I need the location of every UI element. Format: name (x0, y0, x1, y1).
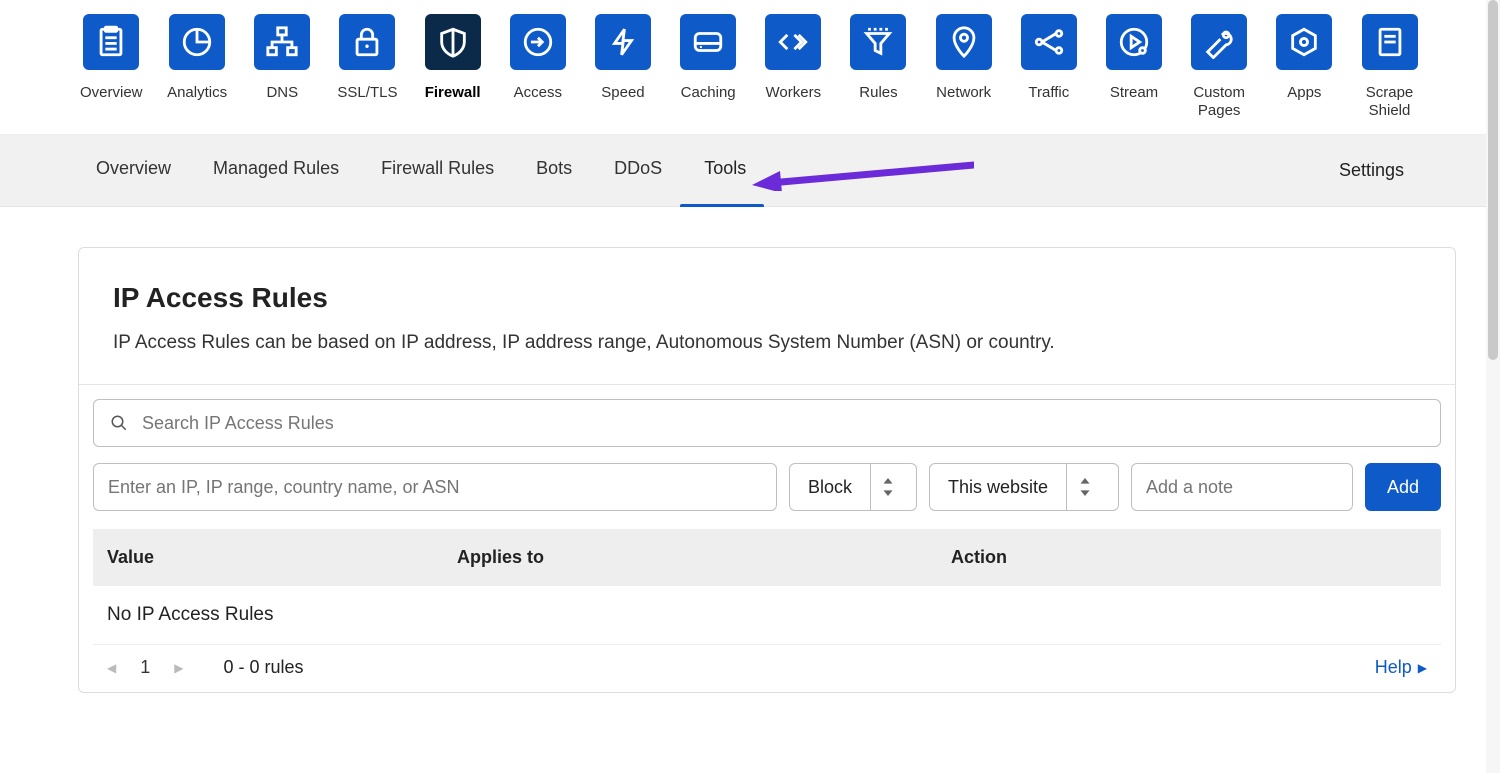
chevron-right-icon: ▶ (1418, 661, 1427, 675)
action-select[interactable]: Block (789, 463, 917, 511)
pager-page: 1 (140, 657, 150, 678)
subtab-overview[interactable]: Overview (96, 158, 171, 183)
subtab-ddos[interactable]: DDoS (614, 158, 662, 183)
nav-access[interactable]: Access (507, 14, 568, 116)
nav-network[interactable]: Network (933, 14, 994, 116)
nav-dns[interactable]: DNS (252, 14, 313, 116)
scope-select-value: This website (930, 464, 1066, 510)
pager: ◀ 1 ▶ (107, 657, 183, 678)
nav-custom-pages[interactable]: Custom Pages (1189, 14, 1250, 134)
nav-overview[interactable]: Overview (80, 14, 143, 116)
nav-speed[interactable]: Speed (592, 14, 653, 116)
pager-prev[interactable]: ◀ (107, 661, 116, 675)
card-footer: ◀ 1 ▶ 0 - 0 rules Help ▶ (93, 644, 1441, 678)
lock-icon (339, 14, 395, 70)
sort-icon (1066, 464, 1102, 510)
rules-count: 0 - 0 rules (223, 657, 303, 678)
help-label: Help (1375, 657, 1412, 678)
card-description: IP Access Rules can be based on IP addre… (113, 332, 1421, 354)
create-rule-row: Block This website Add (93, 463, 1441, 511)
subtabs: Overview Managed Rules Firewall Rules Bo… (96, 158, 746, 183)
scrollbar-thumb[interactable] (1488, 0, 1498, 360)
drive-icon (680, 14, 736, 70)
pager-next[interactable]: ▶ (174, 661, 183, 675)
document-icon (1362, 14, 1418, 70)
nav-ssl[interactable]: SSL/TLS (337, 14, 398, 116)
shield-icon (425, 14, 481, 70)
ip-access-rules-card: IP Access Rules IP Access Rules can be b… (78, 247, 1456, 693)
nav-rules[interactable]: Rules (848, 14, 909, 116)
sort-icon (870, 464, 906, 510)
funnel-icon (850, 14, 906, 70)
ip-input[interactable] (93, 463, 777, 511)
table-header: Value Applies to Action (93, 529, 1441, 586)
wrench-icon (1191, 14, 1247, 70)
nav-scrape-shield[interactable]: Scrape Shield (1359, 14, 1420, 134)
nav-caching[interactable]: Caching (678, 14, 739, 116)
search-icon (110, 414, 128, 432)
map-pin-icon (936, 14, 992, 70)
nav-stream[interactable]: Stream (1103, 14, 1164, 116)
hexagon-icon (1276, 14, 1332, 70)
subtab-managed-rules[interactable]: Managed Rules (213, 158, 339, 183)
play-circle-icon (1106, 14, 1162, 70)
th-value: Value (107, 547, 457, 568)
nav-apps[interactable]: Apps (1274, 14, 1335, 116)
subtab-tools[interactable]: Tools (704, 158, 746, 183)
nav-analytics[interactable]: Analytics (167, 14, 228, 116)
route-icon (1021, 14, 1077, 70)
page-content: IP Access Rules IP Access Rules can be b… (0, 207, 1500, 693)
search-input[interactable] (142, 413, 1424, 434)
search-row[interactable] (93, 399, 1441, 447)
login-icon (510, 14, 566, 70)
table-empty-state: No IP Access Rules (93, 586, 1441, 644)
sitemap-icon (254, 14, 310, 70)
add-button[interactable]: Add (1365, 463, 1441, 511)
action-select-value: Block (790, 464, 870, 510)
active-tab-indicator (680, 204, 764, 207)
top-nav: Overview Analytics DNS SSL/TLS Firewall … (0, 0, 1500, 135)
annotation-arrow-icon (752, 161, 974, 191)
firewall-subnav: Overview Managed Rules Firewall Rules Bo… (0, 135, 1500, 207)
clipboard-icon (83, 14, 139, 70)
page-scrollbar[interactable] (1486, 0, 1500, 773)
bolt-icon (595, 14, 651, 70)
scope-select[interactable]: This website (929, 463, 1119, 511)
pie-chart-icon (169, 14, 225, 70)
help-link[interactable]: Help ▶ (1375, 657, 1427, 678)
nav-workers[interactable]: Workers (763, 14, 824, 116)
note-input[interactable] (1131, 463, 1353, 511)
th-applies: Applies to (457, 547, 951, 568)
code-icon (765, 14, 821, 70)
th-action: Action (951, 547, 1427, 568)
nav-traffic[interactable]: Traffic (1018, 14, 1079, 116)
subtab-firewall-rules[interactable]: Firewall Rules (381, 158, 494, 183)
subtab-settings[interactable]: Settings (1339, 160, 1404, 181)
subtab-bots[interactable]: Bots (536, 158, 572, 183)
card-title: IP Access Rules (113, 282, 1421, 314)
nav-label: Overview (80, 84, 143, 102)
nav-firewall[interactable]: Firewall (422, 14, 483, 116)
